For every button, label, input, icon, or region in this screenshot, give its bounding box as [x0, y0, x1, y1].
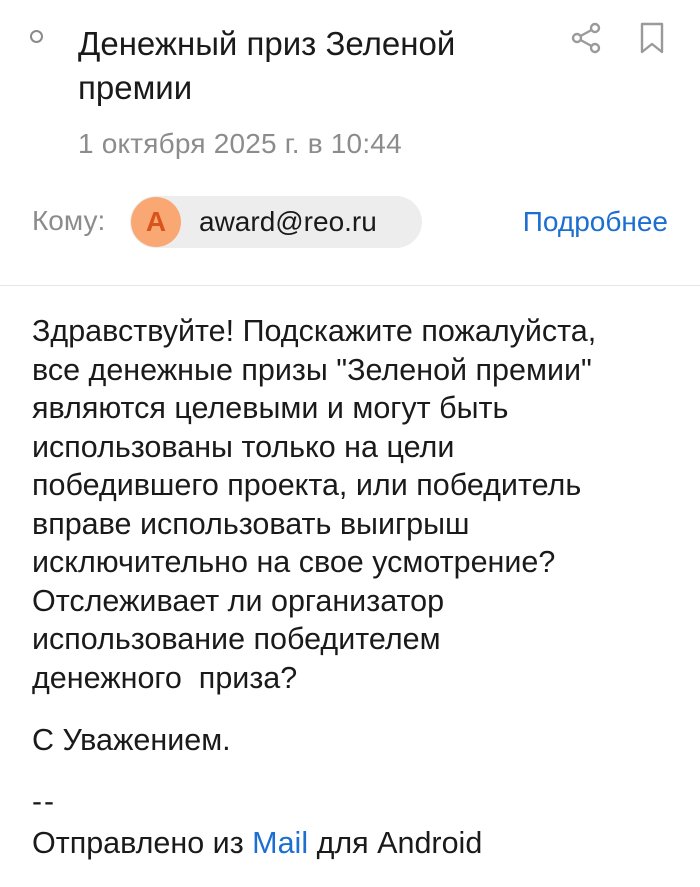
avatar: А [131, 197, 181, 247]
to-label: Кому: [32, 205, 106, 236]
email-date: 1 октября 2025 г. в 10:44 [78, 128, 402, 159]
share-button[interactable] [568, 20, 604, 56]
bookmark-icon [640, 22, 664, 54]
sent-from-prefix: Отправлено из [32, 826, 253, 860]
details-link[interactable]: Подробнее [523, 206, 668, 238]
sign-off: С Уважением. [32, 723, 231, 757]
email-header: Денежный приз Зеленой премии 1 октября 2… [0, 0, 700, 286]
email-view: Денежный приз Зеленой премии 1 октября 2… [0, 0, 700, 887]
bookmark-button[interactable] [636, 20, 668, 56]
mail-app-link[interactable]: Mail [252, 826, 308, 860]
email-body: Здравствуйте! Подскажите пожалуйста, все… [32, 314, 597, 695]
share-icon [571, 22, 601, 54]
sent-from-suffix: для Android [308, 826, 483, 860]
sent-from-line: Отправлено из Mail для Android [32, 826, 482, 861]
recipient-chip[interactable]: А award@reo.ru [130, 196, 422, 248]
unread-dot-icon[interactable] [30, 30, 43, 43]
email-subject: Денежный приз Зеленой премии [78, 25, 456, 106]
recipient-email: award@reo.ru [199, 206, 377, 237]
signature-separator: -- [32, 785, 56, 818]
